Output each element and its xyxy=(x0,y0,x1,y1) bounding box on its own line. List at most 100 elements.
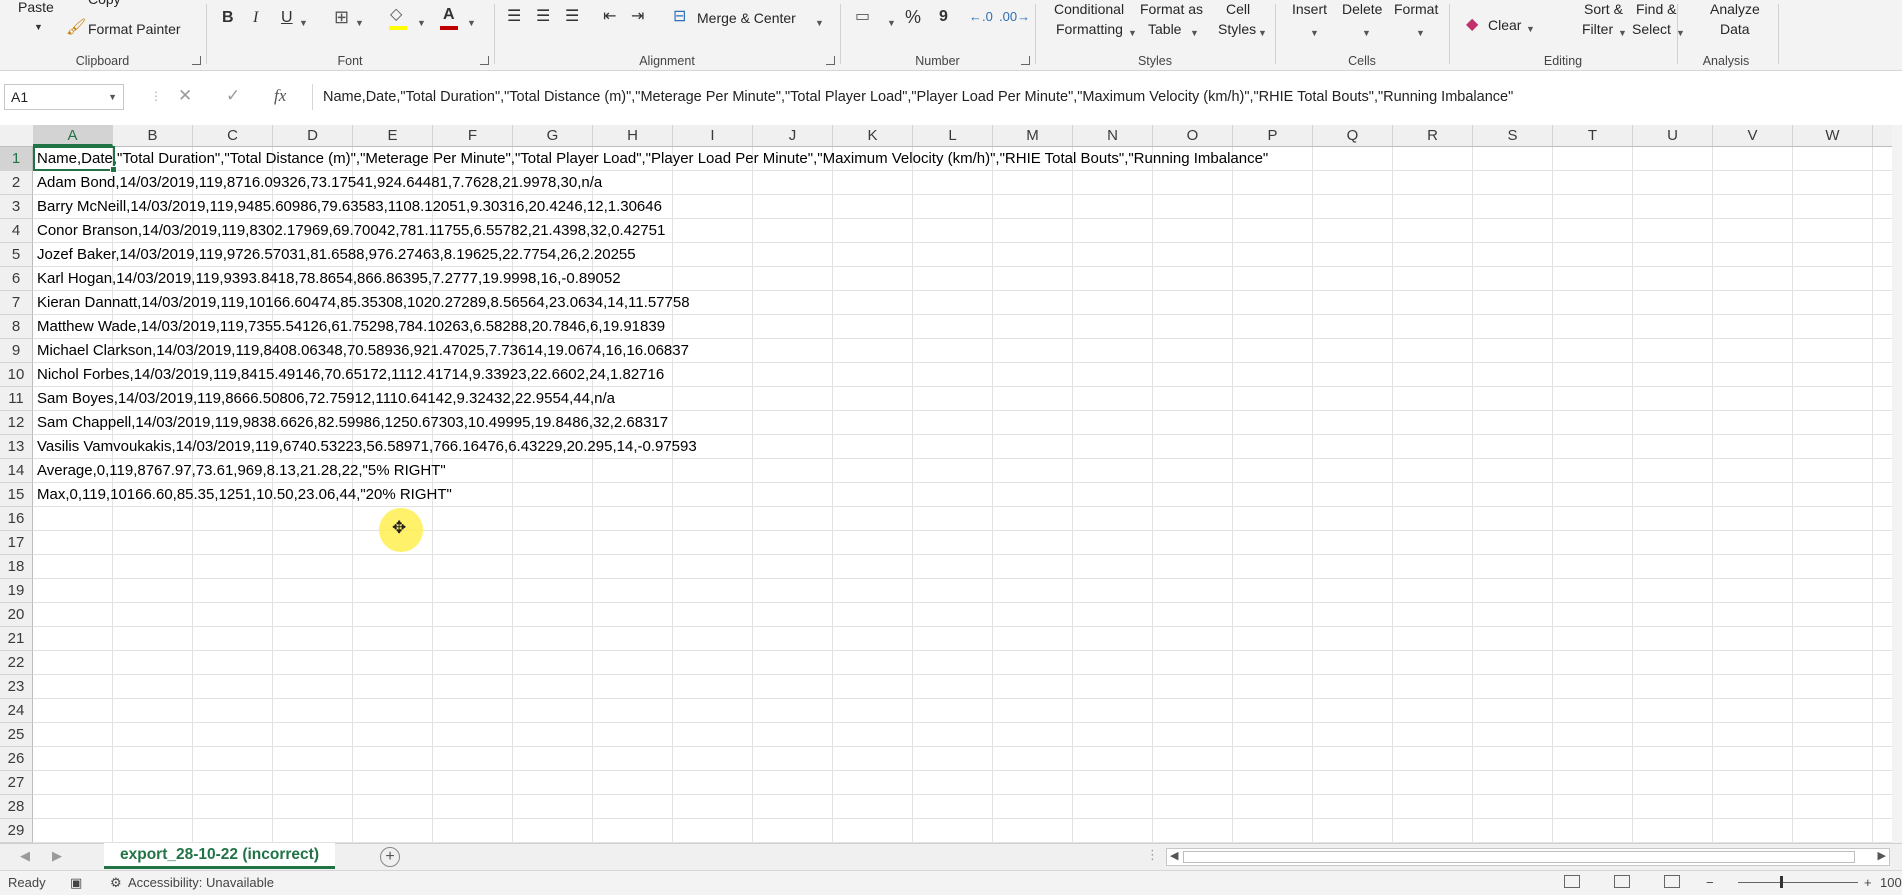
column-header[interactable]: L xyxy=(913,125,993,146)
align-center-icon[interactable]: ☰ xyxy=(536,8,550,26)
align-right-icon[interactable]: ☰ xyxy=(565,8,579,26)
row-header[interactable]: 25 xyxy=(0,723,33,747)
cancel-icon[interactable]: ✕ xyxy=(178,86,192,106)
italic-icon[interactable]: I xyxy=(253,9,258,27)
tab-split-icon[interactable]: ⋮ xyxy=(1146,847,1159,863)
cell-a14[interactable]: Average,0,119,8767.97,73.61,969,8.13,21.… xyxy=(37,459,446,483)
column-header[interactable]: K xyxy=(833,125,913,146)
zoom-in-icon[interactable]: + xyxy=(1864,875,1872,890)
page-layout-view-icon[interactable] xyxy=(1614,875,1630,888)
scroll-right-icon[interactable]: ▶ xyxy=(1878,849,1886,862)
fill-color-caret-icon[interactable]: ▼ xyxy=(417,14,426,32)
row-header[interactable]: 4 xyxy=(0,219,33,243)
column-header[interactable]: M xyxy=(993,125,1073,146)
row-header[interactable]: 5 xyxy=(0,243,33,267)
row-header[interactable]: 6 xyxy=(0,267,33,291)
sheet-tab[interactable]: export_28-10-22 (incorrect) xyxy=(104,843,335,869)
merge-center-button[interactable]: Merge & Center xyxy=(697,9,796,27)
cell-a15[interactable]: Max,0,119,10166.60,85.35,1251,10.50,23.0… xyxy=(37,483,452,507)
row-header[interactable]: 1 xyxy=(0,147,33,171)
column-header[interactable]: U xyxy=(1633,125,1713,146)
column-header[interactable]: O xyxy=(1153,125,1233,146)
zoom-slider-thumb[interactable] xyxy=(1780,876,1783,888)
row-header[interactable]: 11 xyxy=(0,387,33,411)
row-header[interactable]: 2 xyxy=(0,171,33,195)
row-header[interactable]: 22 xyxy=(0,651,33,675)
row-header[interactable]: 17 xyxy=(0,531,33,555)
select-all-corner[interactable] xyxy=(0,125,34,146)
paste-button[interactable]: Paste xyxy=(18,0,54,16)
clear-button[interactable]: Clear xyxy=(1488,16,1521,34)
row-header[interactable]: 9 xyxy=(0,339,33,363)
horizontal-scroll-thumb[interactable] xyxy=(1183,851,1855,863)
row-header[interactable]: 27 xyxy=(0,771,33,795)
font-color-icon[interactable]: A xyxy=(443,6,455,24)
row-header[interactable]: 7 xyxy=(0,291,33,315)
copy-button[interactable]: Copy xyxy=(88,0,121,8)
cell-a12[interactable]: Sam Chappell,14/03/2019,119,9838.6626,82… xyxy=(37,411,668,435)
column-header[interactable]: E xyxy=(353,125,433,146)
row-header[interactable]: 16 xyxy=(0,507,33,531)
column-header[interactable]: N xyxy=(1073,125,1153,146)
currency-caret-icon[interactable]: ▼ xyxy=(887,14,896,32)
formula-input[interactable]: Name,Date,"Total Duration","Total Distan… xyxy=(312,84,1902,110)
row-header[interactable]: 20 xyxy=(0,603,33,627)
borders-icon[interactable]: ⊞ xyxy=(334,8,349,26)
row-header[interactable]: 23 xyxy=(0,675,33,699)
row-header[interactable]: 8 xyxy=(0,315,33,339)
column-header[interactable]: T xyxy=(1553,125,1633,146)
column-header[interactable]: S xyxy=(1473,125,1553,146)
row-header[interactable]: 12 xyxy=(0,411,33,435)
format-painter-button[interactable]: Format Painter xyxy=(88,20,181,38)
cells-area[interactable]: Name,Date,"Total Duration","Total Distan… xyxy=(33,147,1902,843)
percent-icon[interactable]: % xyxy=(905,8,921,26)
underline-caret-icon[interactable]: ▼ xyxy=(299,14,308,32)
cell-a7[interactable]: Kieran Dannatt,14/03/2019,119,10166.6047… xyxy=(37,291,690,315)
horizontal-scrollbar[interactable]: ◀ ▶ xyxy=(1166,848,1890,866)
column-header[interactable]: G xyxy=(513,125,593,146)
cell-a6[interactable]: Karl Hogan,14/03/2019,119,9393.8418,78.8… xyxy=(37,267,621,291)
row-header[interactable]: 15 xyxy=(0,483,33,507)
row-header[interactable]: 3 xyxy=(0,195,33,219)
fill-color-icon[interactable]: ◇ xyxy=(390,6,402,24)
column-header[interactable]: V xyxy=(1713,125,1793,146)
cell-a5[interactable]: Jozef Baker,14/03/2019,119,9726.57031,81… xyxy=(37,243,636,267)
decrease-decimal-icon[interactable]: .00→ xyxy=(999,8,1030,26)
row-header[interactable]: 28 xyxy=(0,795,33,819)
zoom-out-icon[interactable]: − xyxy=(1706,875,1714,890)
column-header[interactable]: D xyxy=(273,125,353,146)
row-header[interactable]: 19 xyxy=(0,579,33,603)
bold-icon[interactable]: B xyxy=(222,9,234,27)
column-header[interactable]: Q xyxy=(1313,125,1393,146)
font-launcher-icon[interactable] xyxy=(480,56,489,65)
zoom-level[interactable]: 100% xyxy=(1880,875,1902,890)
column-header[interactable]: J xyxy=(753,125,833,146)
column-header[interactable]: A xyxy=(33,125,113,146)
add-sheet-icon[interactable]: + xyxy=(380,847,400,867)
name-box[interactable]: A1 ▼ xyxy=(4,84,124,110)
row-header[interactable]: 26 xyxy=(0,747,33,771)
prev-sheet-icon[interactable]: ◀ xyxy=(20,848,30,864)
accessibility-status[interactable]: Accessibility: Unavailable xyxy=(128,875,274,890)
row-header[interactable]: 24 xyxy=(0,699,33,723)
increase-decimal-icon[interactable]: ←.0 xyxy=(969,8,993,26)
name-box-caret-icon[interactable]: ▼ xyxy=(108,92,117,102)
column-header[interactable]: C xyxy=(193,125,273,146)
column-header[interactable]: I xyxy=(673,125,753,146)
cell-a1[interactable]: Name,Date,"Total Duration","Total Distan… xyxy=(37,147,1268,171)
column-header[interactable]: P xyxy=(1233,125,1313,146)
comma-style-icon[interactable]: 9 xyxy=(939,8,948,26)
row-header[interactable]: 13 xyxy=(0,435,33,459)
increase-indent-icon[interactable]: ⇥ xyxy=(631,8,644,26)
row-header[interactable]: 18 xyxy=(0,555,33,579)
currency-format-icon[interactable]: ▭ xyxy=(855,8,870,26)
decrease-indent-icon[interactable]: ⇤ xyxy=(603,8,616,26)
column-header[interactable]: R xyxy=(1393,125,1473,146)
cell-a4[interactable]: Conor Branson,14/03/2019,119,8302.17969,… xyxy=(37,219,665,243)
column-header[interactable]: W xyxy=(1793,125,1873,146)
cell-a2[interactable]: Adam Bond,14/03/2019,119,8716.09326,73.1… xyxy=(37,171,602,195)
clipboard-launcher-icon[interactable] xyxy=(192,56,201,65)
row-header[interactable]: 29 xyxy=(0,819,33,843)
column-header[interactable]: F xyxy=(433,125,513,146)
merge-center-caret-icon[interactable]: ▼ xyxy=(815,14,824,32)
